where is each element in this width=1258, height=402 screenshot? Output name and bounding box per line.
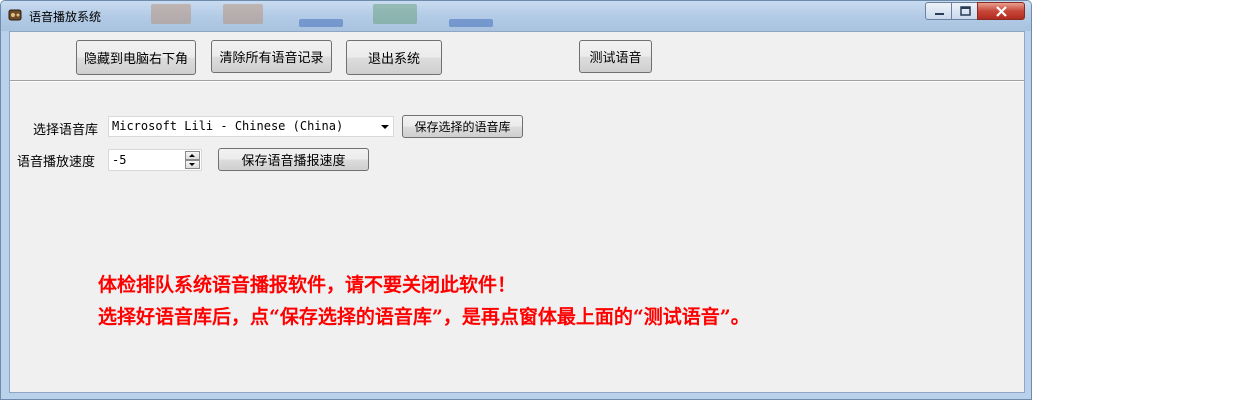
background-thumbnail xyxy=(151,4,191,24)
background-thumbnail xyxy=(223,4,263,24)
speech-speed-value: -5 xyxy=(112,153,127,167)
title-bar[interactable]: 语音播放系统 xyxy=(1,1,1031,31)
client-area: 隐藏到电脑右下角 清除所有语音记录 退出系统 测试语音 选择语音库 Micros… xyxy=(9,31,1025,393)
window-title: 语音播放系统 xyxy=(29,10,102,24)
arrow-down-icon xyxy=(189,163,195,166)
voice-library-label: 选择语音库 xyxy=(33,123,99,138)
voice-library-select[interactable]: Microsoft Lili - Chinese (China) xyxy=(108,116,394,137)
voice-library-value: Microsoft Lili - Chinese (China) xyxy=(112,119,344,133)
background-thumbnail xyxy=(299,19,343,27)
maximize-button[interactable] xyxy=(951,2,978,20)
speech-speed-stepper[interactable]: -5 xyxy=(108,149,202,171)
hide-to-tray-button[interactable]: 隐藏到电脑右下角 xyxy=(76,40,196,75)
background-thumbnail xyxy=(449,19,493,27)
stepper-up-button[interactable] xyxy=(185,151,200,160)
app-window: 语音播放系统 隐藏到电脑右下角 清除所有语音记录 退出系统 测试语音 选择语音库… xyxy=(0,0,1032,400)
stepper-buttons xyxy=(185,151,200,169)
maximize-icon xyxy=(960,6,971,16)
arrow-up-icon xyxy=(189,154,195,157)
toolbar: 隐藏到电脑右下角 清除所有语音记录 退出系统 测试语音 xyxy=(10,32,1024,81)
close-icon xyxy=(996,6,1007,17)
save-voice-library-button[interactable]: 保存选择的语音库 xyxy=(402,115,523,138)
chevron-down-icon[interactable] xyxy=(381,125,389,129)
test-voice-button[interactable]: 测试语音 xyxy=(579,40,652,73)
speech-speed-label: 语音播放速度 xyxy=(17,155,96,170)
save-speech-speed-button[interactable]: 保存语音播报速度 xyxy=(218,148,369,171)
app-icon xyxy=(7,7,23,23)
exit-button[interactable]: 退出系统 xyxy=(346,40,442,75)
minimize-button[interactable] xyxy=(925,2,952,20)
notice-line-2: 选择好语音库后，点“保存选择的语音库”，是再点窗体最上面的“测试语音”。 xyxy=(98,306,750,328)
background-thumbnail xyxy=(373,4,417,24)
clear-records-button[interactable]: 清除所有语音记录 xyxy=(211,40,332,73)
minimize-icon xyxy=(935,13,944,15)
notice-line-1: 体检排队系统语音播报软件，请不要关闭此软件！ xyxy=(98,274,517,296)
stepper-down-button[interactable] xyxy=(185,160,200,169)
close-button[interactable] xyxy=(977,2,1025,20)
